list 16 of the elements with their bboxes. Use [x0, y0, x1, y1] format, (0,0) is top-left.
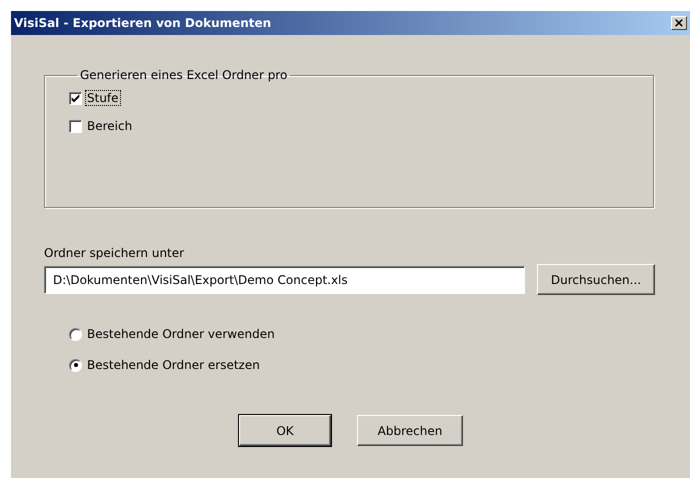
checkbox-label: Bereich: [86, 118, 134, 134]
radio-label: Bestehende Ordner ersetzen: [86, 357, 261, 373]
field-label: Ordner speichern unter: [44, 246, 186, 260]
close-icon[interactable]: ×: [671, 16, 687, 30]
path-field[interactable]: D:\Dokumenten\VisiSal\Export\Demo Concept.xls: [44, 266, 525, 294]
checkbox[interactable]: [69, 120, 82, 132]
window-title: VisiSal - Exportieren von Dokumenten: [14, 16, 272, 30]
group-legend: Generieren eines Excel Ordner pro: [77, 68, 290, 82]
radio-label: Bestehende Ordner verwenden: [86, 326, 276, 342]
checkbox[interactable]: [69, 92, 82, 104]
browse-button[interactable]: Durchsuchen...: [537, 264, 655, 295]
ok-button[interactable]: OK: [239, 415, 331, 446]
checkbox-label: Stufe: [85, 90, 121, 106]
radio-button[interactable]: [69, 328, 82, 340]
cancel-button[interactable]: Abbrechen: [357, 415, 463, 446]
radio-button[interactable]: [69, 358, 82, 372]
